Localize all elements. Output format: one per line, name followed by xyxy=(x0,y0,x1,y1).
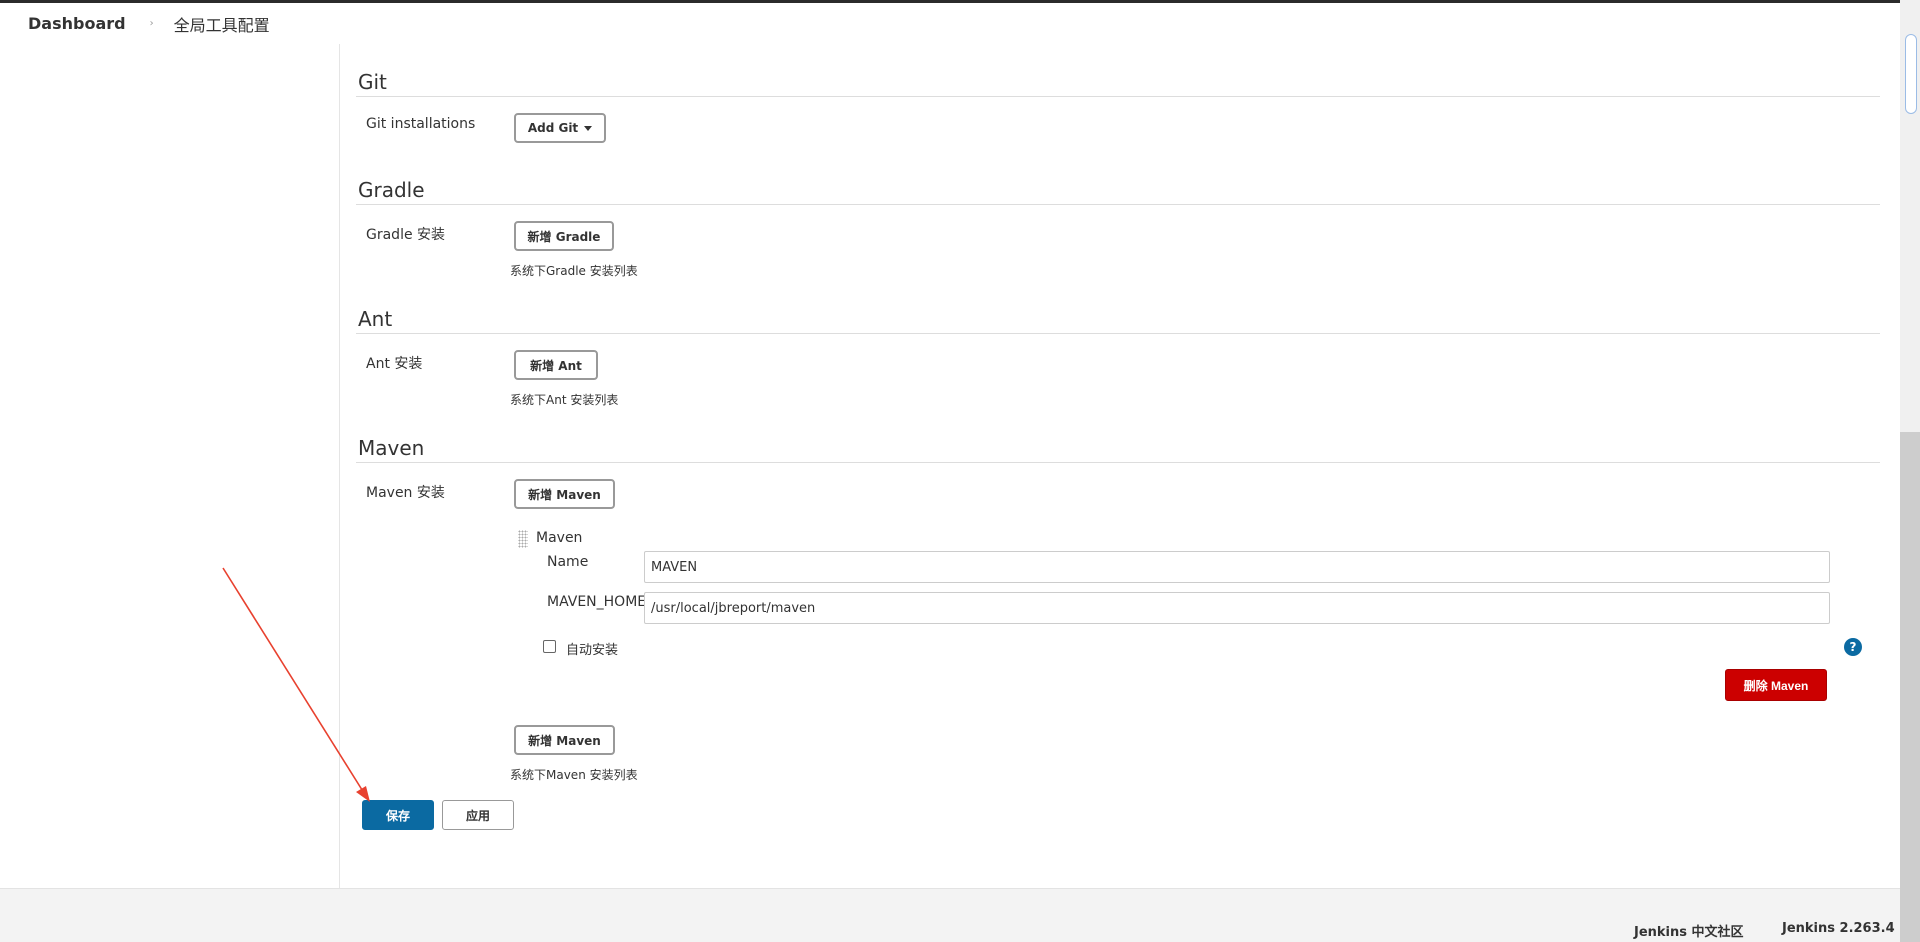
footer: Jenkins 中文社区 Jenkins 2.263.4 xyxy=(0,888,1900,942)
breadcrumb-current: 全局工具配置 xyxy=(173,15,270,35)
maven-home-label: MAVEN_HOME xyxy=(547,594,647,610)
section-title-ant: Ant xyxy=(358,307,393,331)
breadcrumb-dashboard-link[interactable]: Dashboard xyxy=(28,14,126,33)
gradle-installations-label: Gradle 安装 xyxy=(366,227,446,243)
add-ant-button[interactable]: 新增 Ant xyxy=(514,350,598,380)
maven-installations-label: Maven 安装 xyxy=(366,485,445,501)
ant-installations-label: Ant 安装 xyxy=(366,356,423,372)
drag-handle-icon[interactable] xyxy=(518,530,528,548)
section-title-git: Git xyxy=(358,70,387,94)
section-title-gradle: Gradle xyxy=(358,178,425,202)
section-divider xyxy=(356,96,1880,97)
help-icon[interactable]: ? xyxy=(1844,638,1862,656)
auto-install-checkbox[interactable] xyxy=(543,640,556,653)
section-title-maven: Maven xyxy=(358,436,425,460)
save-button[interactable]: 保存 xyxy=(362,800,434,830)
delete-maven-button[interactable]: 删除 Maven xyxy=(1725,669,1827,701)
add-maven-button-bottom[interactable]: 新增 Maven xyxy=(514,725,615,755)
scrollbar-thumb[interactable] xyxy=(1905,34,1917,114)
caret-down-icon xyxy=(584,125,593,131)
maven-home-input[interactable] xyxy=(644,592,1830,624)
add-git-button[interactable]: Add Git xyxy=(514,113,606,143)
breadcrumb-separator-icon: › xyxy=(149,18,154,29)
add-gradle-button[interactable]: 新增 Gradle xyxy=(514,221,614,251)
breadcrumb-bar: Dashboard › 全局工具配置 xyxy=(0,0,1900,44)
add-git-button-label: Add Git xyxy=(527,121,579,135)
maven-help-text: 系统下Maven 安装列表 xyxy=(510,768,638,782)
annotation-arrow-line xyxy=(222,567,365,794)
ant-help-text: 系统下Ant 安装列表 xyxy=(510,393,619,407)
gradle-help-text: 系统下Gradle 安装列表 xyxy=(510,264,638,278)
section-divider xyxy=(356,204,1880,205)
git-installations-label: Git installations xyxy=(366,116,476,132)
footer-community-link[interactable]: Jenkins 中文社区 xyxy=(1634,921,1744,940)
apply-button[interactable]: 应用 xyxy=(442,800,514,830)
maven-name-input[interactable] xyxy=(644,551,1830,583)
maven-name-label: Name xyxy=(547,554,589,570)
add-maven-button[interactable]: 新增 Maven xyxy=(514,479,615,509)
maven-item-title: Maven xyxy=(536,530,583,546)
section-divider xyxy=(356,462,1880,463)
sidebar-divider xyxy=(339,44,340,888)
footer-version-link[interactable]: Jenkins 2.263.4 xyxy=(1782,921,1895,936)
auto-install-label: 自动安装 xyxy=(566,643,619,658)
scrollbar-track[interactable] xyxy=(1900,432,1920,942)
section-divider xyxy=(356,333,1880,334)
annotation-arrow xyxy=(222,567,370,802)
